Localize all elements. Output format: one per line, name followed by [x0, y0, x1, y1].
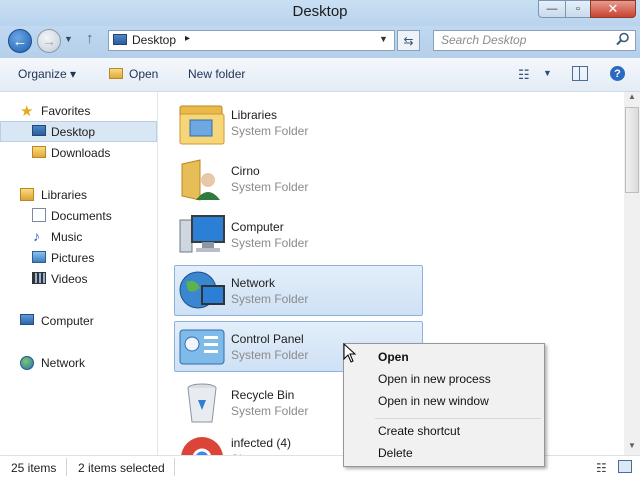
pictures-icon [32, 251, 46, 263]
nav-item-computer[interactable]: Computer [41, 314, 94, 328]
network-icon [20, 356, 34, 370]
item-type: System Folder [231, 124, 309, 138]
new-folder-button[interactable]: New folder [188, 67, 245, 81]
item-type: System Folder [231, 180, 309, 194]
network-globe-icon[interactable] [178, 268, 226, 314]
menu-item-open[interactable]: Open [378, 350, 409, 364]
item-name[interactable]: Control Panel [231, 332, 304, 346]
close-button[interactable]: ✕ [590, 0, 636, 18]
user-folder-icon[interactable] [178, 156, 226, 202]
item-type: System Folder [231, 292, 309, 306]
selection-count: 2 items selected [78, 461, 165, 475]
organize-button[interactable]: Organize ▾ [18, 67, 76, 81]
item-name[interactable]: Computer [231, 220, 284, 234]
preview-pane-button[interactable] [572, 66, 588, 81]
nav-item-desktop[interactable]: Desktop [51, 125, 95, 139]
views-dropdown-icon[interactable]: ▼ [543, 68, 552, 78]
nav-item-favorites[interactable]: Favorites [41, 104, 90, 118]
back-button[interactable]: ← [8, 29, 32, 53]
downloads-folder-icon [32, 146, 46, 158]
scroll-down-icon[interactable]: ▼ [624, 441, 640, 455]
maximize-button[interactable]: ▫ [565, 0, 591, 18]
recycle-bin-icon[interactable] [178, 380, 226, 426]
scroll-up-icon[interactable]: ▲ [624, 92, 640, 106]
item-type: System Folder [231, 404, 309, 418]
help-button[interactable]: ? [610, 66, 625, 81]
details-view-icon[interactable]: ☷ [596, 461, 607, 475]
address-dropdown-icon[interactable]: ▼ [379, 34, 388, 44]
item-name[interactable]: Cirno [231, 164, 260, 178]
star-icon: ★ [20, 103, 34, 120]
breadcrumb-chevron-icon[interactable]: ▸ [185, 33, 190, 44]
item-name[interactable]: infected (4) [231, 436, 291, 450]
control-panel-icon[interactable] [178, 324, 226, 370]
nav-item-downloads[interactable]: Downloads [51, 146, 110, 160]
item-name[interactable]: Recycle Bin [231, 388, 294, 402]
videos-icon [32, 272, 46, 284]
search-placeholder: Search Desktop [441, 33, 527, 47]
desktop-icon [32, 125, 46, 136]
large-icons-view-icon[interactable] [618, 460, 632, 473]
status-divider [66, 458, 67, 476]
nav-item-pictures[interactable]: Pictures [51, 251, 94, 265]
search-icon[interactable] [616, 32, 630, 46]
menu-item-delete[interactable]: Delete [378, 446, 413, 460]
menu-separator [375, 418, 541, 419]
libraries-icon [20, 188, 34, 201]
menu-item-open-new-process[interactable]: Open in new process [378, 372, 491, 386]
music-icon: ♪ [33, 228, 40, 244]
address-breadcrumb[interactable]: Desktop [132, 33, 176, 47]
libraries-folder-icon[interactable] [178, 100, 226, 146]
scroll-thumb[interactable] [625, 107, 639, 193]
menu-item-create-shortcut[interactable]: Create shortcut [378, 424, 460, 438]
recent-locations-dropdown[interactable]: ▼ [64, 34, 73, 44]
documents-icon [32, 208, 46, 222]
menu-item-open-new-window[interactable]: Open in new window [378, 394, 489, 408]
computer-icon[interactable] [178, 212, 226, 258]
open-button[interactable]: Open [129, 67, 158, 81]
mouse-cursor-icon [343, 343, 357, 363]
refresh-button[interactable]: ⇆ [397, 30, 420, 51]
desktop-icon [113, 34, 127, 45]
nav-item-network[interactable]: Network [41, 356, 85, 370]
item-name[interactable]: Libraries [231, 108, 277, 122]
nav-item-videos[interactable]: Videos [51, 272, 87, 286]
folder-open-icon [109, 68, 123, 79]
nav-item-music[interactable]: Music [51, 230, 82, 244]
item-name[interactable]: Network [231, 276, 275, 290]
chrome-icon[interactable] [180, 436, 224, 455]
minimize-button[interactable]: — [538, 0, 566, 18]
status-divider [174, 458, 175, 476]
nav-item-libraries[interactable]: Libraries [41, 188, 87, 202]
forward-button[interactable]: → [37, 29, 61, 53]
item-type: System Folder [231, 236, 309, 250]
computer-icon [20, 314, 34, 325]
nav-item-documents[interactable]: Documents [51, 209, 112, 223]
item-type: System Folder [231, 348, 309, 362]
up-button[interactable]: ↑ [86, 30, 94, 47]
change-view-button[interactable]: ☷ [518, 67, 530, 83]
item-count: 25 items [11, 461, 57, 475]
